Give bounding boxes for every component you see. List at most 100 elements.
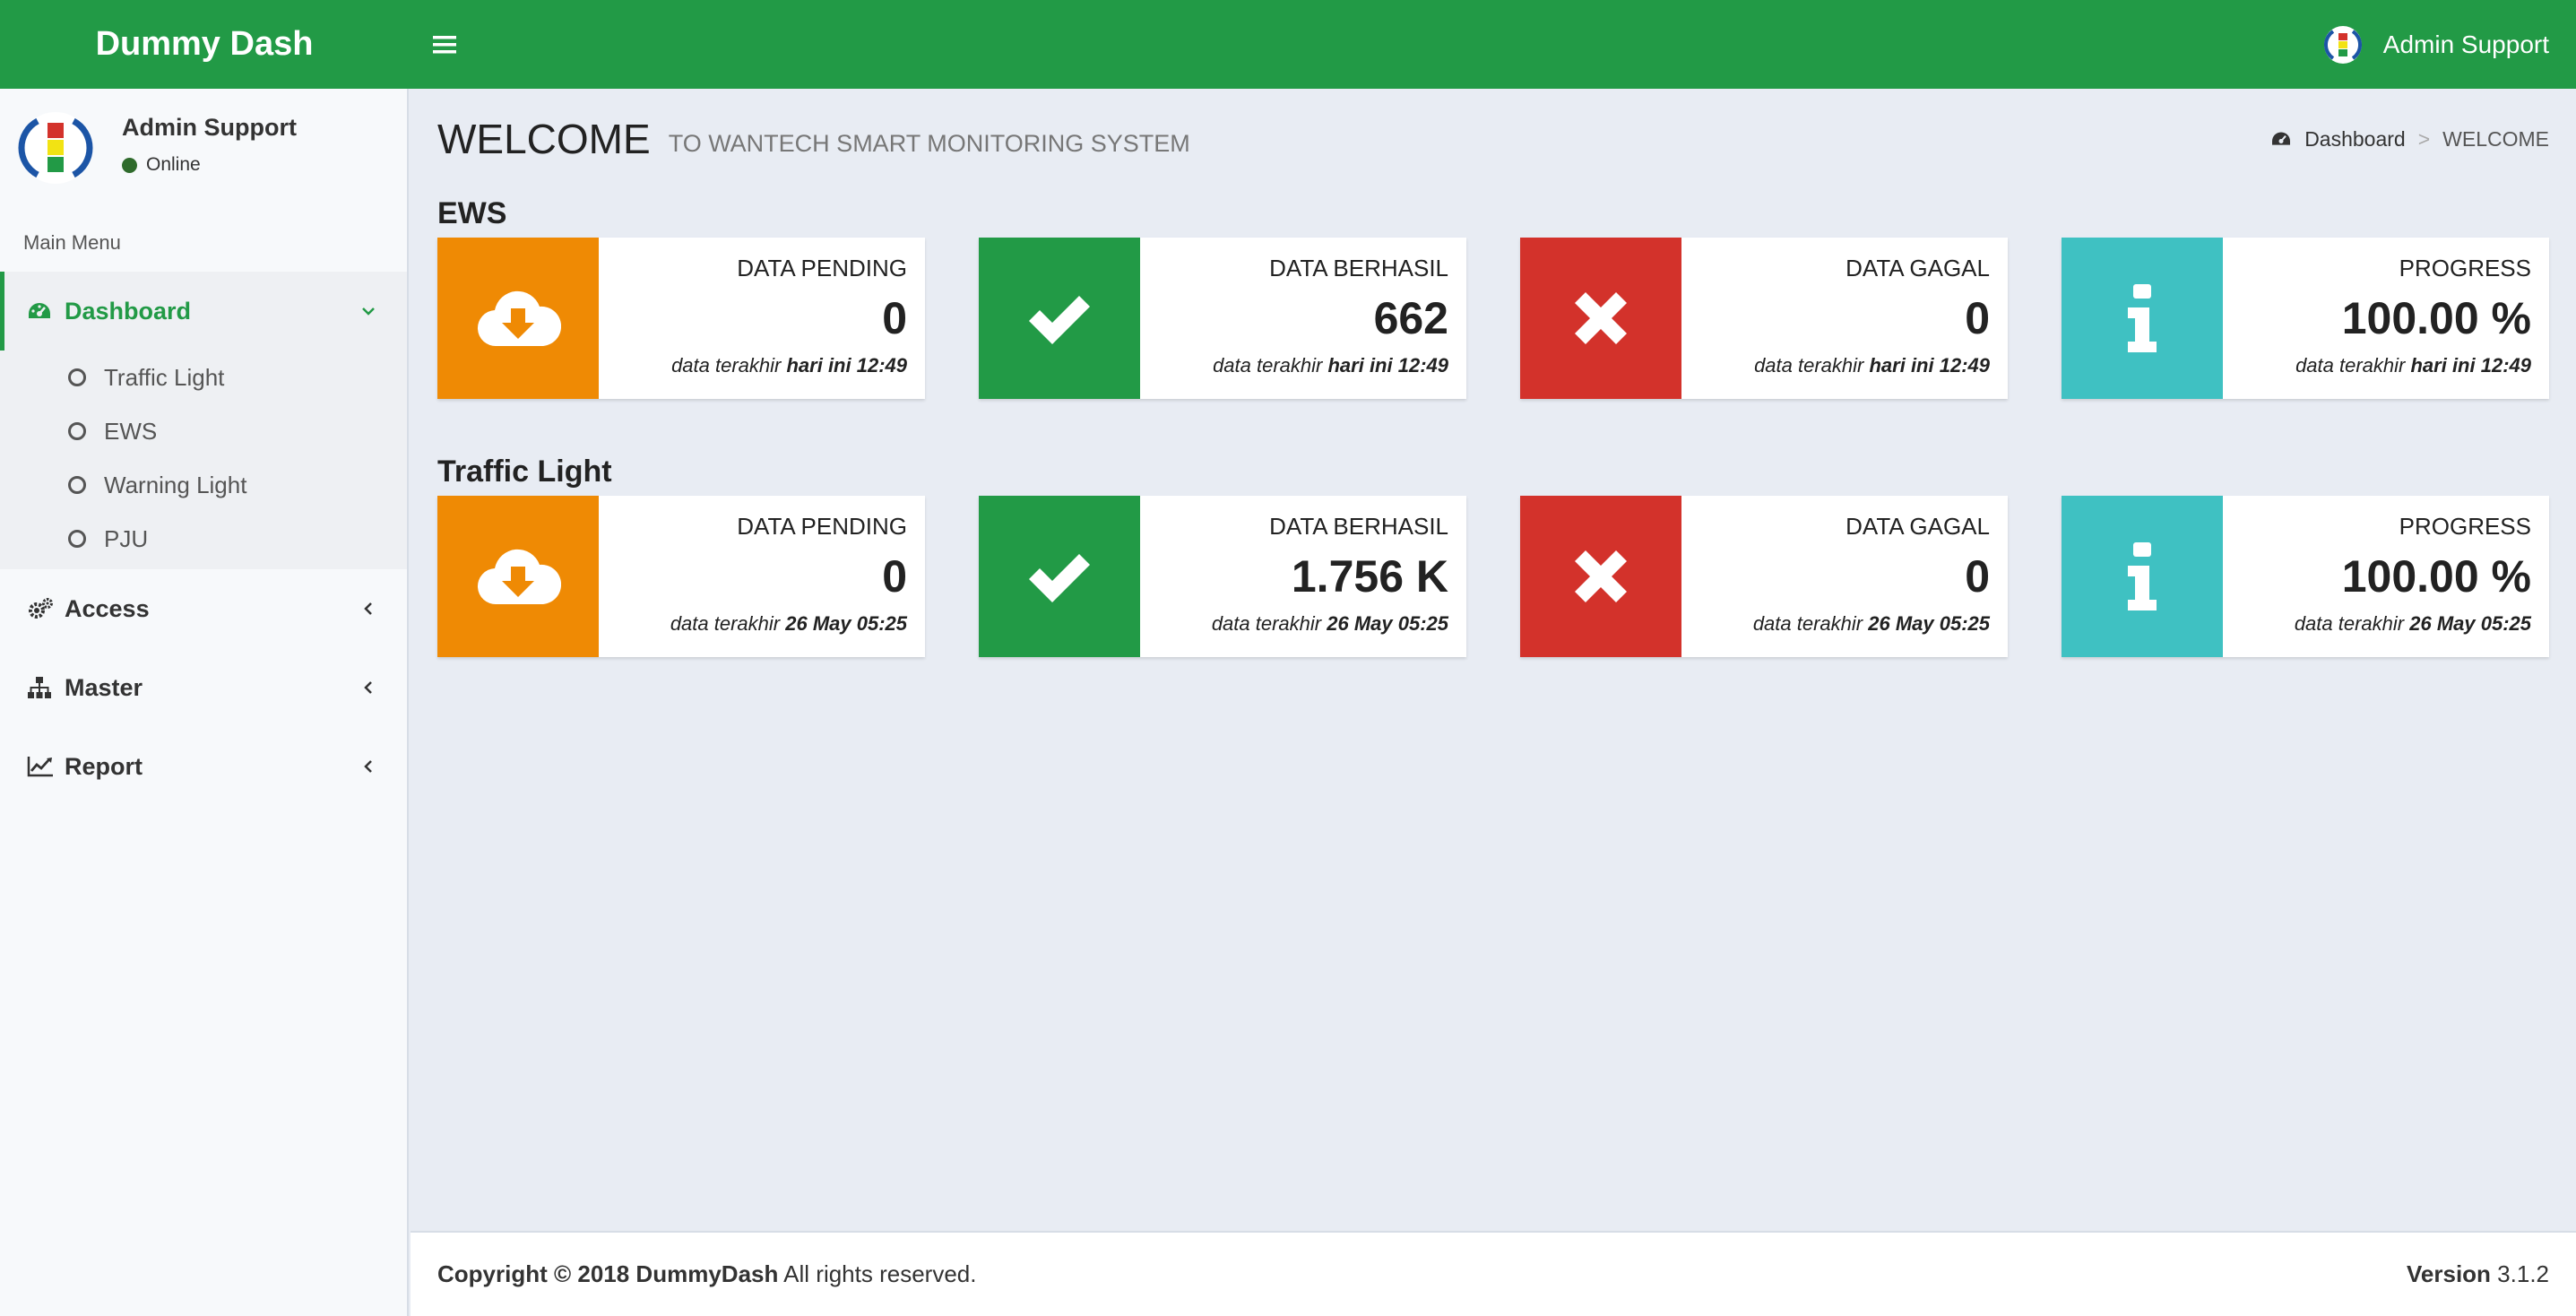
page-title: WELCOME: [437, 116, 651, 162]
cogs-icon: [27, 596, 56, 621]
sidebar-item-master[interactable]: Master: [0, 648, 407, 727]
circle-icon: [68, 422, 86, 440]
master-label: Master: [65, 673, 143, 701]
sidebar-item-pju[interactable]: PJU: [0, 512, 407, 566]
footer-prefix: data terakhir: [1752, 612, 1863, 635]
info-icon: [2062, 238, 2223, 399]
user-menu[interactable]: Admin Support: [2322, 24, 2549, 65]
times-icon: [1520, 238, 1681, 399]
brand-logo-text[interactable]: Dummy Dash: [0, 0, 409, 89]
user-avatar: [18, 112, 93, 184]
info-box-footer: data terakhir 26 May 05:25: [670, 612, 907, 636]
section-title-traffic-light: Traffic Light: [437, 455, 612, 489]
info-box-footer: data terakhir hari ini 12:49: [1213, 354, 1448, 377]
dashboard-gauge-icon: [2272, 132, 2291, 145]
sidebar: Admin Support Online Main Menu Dashboard: [0, 89, 409, 1316]
times-icon: [1520, 496, 1681, 657]
info-box-body: DATA GAGAL 0 data terakhir hari ini 12:4…: [1681, 238, 2008, 399]
version-value: 3.1.2: [2497, 1260, 2549, 1287]
sidebar-item-dashboard[interactable]: Dashboard: [0, 272, 407, 351]
info-box-body: DATA PENDING 0 data terakhir 26 May 05:2…: [599, 496, 925, 657]
breadcrumb: Dashboard > WELCOME: [2270, 127, 2549, 152]
header-user-name: Admin Support: [2382, 30, 2549, 58]
footer-prefix: data terakhir: [671, 354, 782, 377]
user-avatar-logo: [2323, 25, 2362, 64]
sidebar-item-access[interactable]: Access: [0, 569, 407, 648]
info-box-footer: data terakhir hari ini 12:49: [1754, 354, 1990, 377]
info-box-body: PROGRESS 100.00 % data terakhir hari ini…: [2223, 238, 2549, 399]
cloud-download-icon: [437, 238, 599, 399]
version-label: Version: [2407, 1260, 2491, 1287]
footer-time: hari ini 12:49: [2410, 354, 2531, 377]
breadcrumb-separator: >: [2417, 126, 2431, 151]
info-box-label: DATA BERHASIL: [1269, 255, 1448, 281]
info-icon: [2062, 496, 2223, 657]
info-box-label: DATA PENDING: [737, 513, 907, 540]
main-content: WELCOME TO WANTECH SMART MONITORING SYST…: [411, 89, 2576, 1231]
hamburger-icon: [433, 35, 456, 53]
info-box-label: PROGRESS: [2399, 513, 2531, 540]
chevron-left-icon: [364, 681, 372, 694]
info-box-label: DATA GAGAL: [1846, 255, 1990, 281]
page-subtitle: TO WANTECH SMART MONITORING SYSTEM: [668, 129, 1190, 157]
submenu-label: Traffic Light: [104, 363, 225, 391]
check-icon: [979, 496, 1140, 657]
info-box-value: 1.756 K: [1291, 551, 1448, 602]
sitemap-icon: [27, 675, 56, 700]
footer-time: 26 May 05:25: [1327, 612, 1448, 635]
traffic-light-info-boxes: DATA PENDING 0 data terakhir 26 May 05:2…: [437, 496, 2549, 657]
version-info: Version 3.1.2: [2407, 1260, 2549, 1288]
info-box-gagal: DATA GAGAL 0 data terakhir 26 May 05:25: [1520, 496, 2008, 657]
circle-icon: [68, 530, 86, 548]
line-chart-icon: [27, 754, 56, 779]
info-box-label: DATA PENDING: [737, 255, 907, 281]
top-navbar: Dummy Dash Admin Support: [0, 0, 2576, 89]
footer-time: hari ini 12:49: [1327, 354, 1448, 377]
info-box-body: PROGRESS 100.00 % data terakhir 26 May 0…: [2223, 496, 2549, 657]
breadcrumb-home-link[interactable]: Dashboard: [2304, 127, 2406, 152]
footer-time: hari ini 12:49: [1869, 354, 1990, 377]
info-box-progress: PROGRESS 100.00 % data terakhir hari ini…: [2062, 238, 2549, 399]
dashboard-submenu: Traffic Light EWS Warning Light PJU: [0, 351, 407, 569]
info-box-value: 0: [882, 551, 907, 602]
submenu-label: Warning Light: [104, 471, 247, 498]
info-box-body: DATA PENDING 0 data terakhir hari ini 12…: [599, 238, 925, 399]
info-box-berhasil: DATA BERHASIL 1.756 K data terakhir 26 M…: [979, 496, 1466, 657]
circle-icon: [68, 476, 86, 494]
footer-prefix: data terakhir: [670, 612, 781, 635]
footer-prefix: data terakhir: [1211, 612, 1322, 635]
copyright-bold: Copyright © 2018 DummyDash: [437, 1260, 779, 1287]
copyright-rest: All rights reserved.: [783, 1260, 977, 1287]
cloud-download-icon: [437, 496, 599, 657]
dashboard-label: Dashboard: [65, 297, 192, 325]
status-text: Online: [146, 154, 201, 175]
sidebar-item-report[interactable]: Report: [0, 727, 407, 806]
info-box-footer: data terakhir hari ini 12:49: [671, 354, 907, 377]
report-label: Report: [65, 752, 143, 780]
section-title-ews: EWS: [437, 196, 507, 230]
copyright-text: Copyright © 2018 DummyDash All rights re…: [437, 1260, 976, 1288]
info-box-footer: data terakhir 26 May 05:25: [1212, 612, 1448, 636]
check-icon: [979, 238, 1140, 399]
info-box-label: PROGRESS: [2399, 255, 2531, 281]
chevron-left-icon: [364, 760, 372, 773]
sidebar-item-warning-light[interactable]: Warning Light: [0, 458, 407, 512]
footer-time: 26 May 05:25: [1868, 612, 1990, 635]
footer-time: 26 May 05:25: [2409, 612, 2531, 635]
info-box-label: DATA GAGAL: [1846, 513, 1990, 540]
submenu-label: EWS: [104, 417, 158, 445]
page-footer: Copyright © 2018 DummyDash All rights re…: [411, 1231, 2576, 1316]
sidebar-item-traffic-light[interactable]: Traffic Light: [0, 351, 407, 404]
sidebar-user-name: Admin Support: [122, 114, 297, 141]
info-box-label: DATA BERHASIL: [1269, 513, 1448, 540]
sidebar-toggle-button[interactable]: [409, 0, 480, 89]
info-box-footer: data terakhir 26 May 05:25: [1753, 612, 1990, 636]
info-box-progress: PROGRESS 100.00 % data terakhir 26 May 0…: [2062, 496, 2549, 657]
breadcrumb-current: WELCOME: [2442, 126, 2549, 151]
info-box-value: 100.00 %: [2341, 551, 2531, 602]
info-box-value: 0: [1965, 293, 1990, 343]
info-box-footer: data terakhir 26 May 05:25: [2295, 612, 2531, 636]
info-box-value: 0: [1965, 551, 1990, 602]
sidebar-item-ews[interactable]: EWS: [0, 404, 407, 458]
info-box-body: DATA BERHASIL 662 data terakhir hari ini…: [1140, 238, 1466, 399]
